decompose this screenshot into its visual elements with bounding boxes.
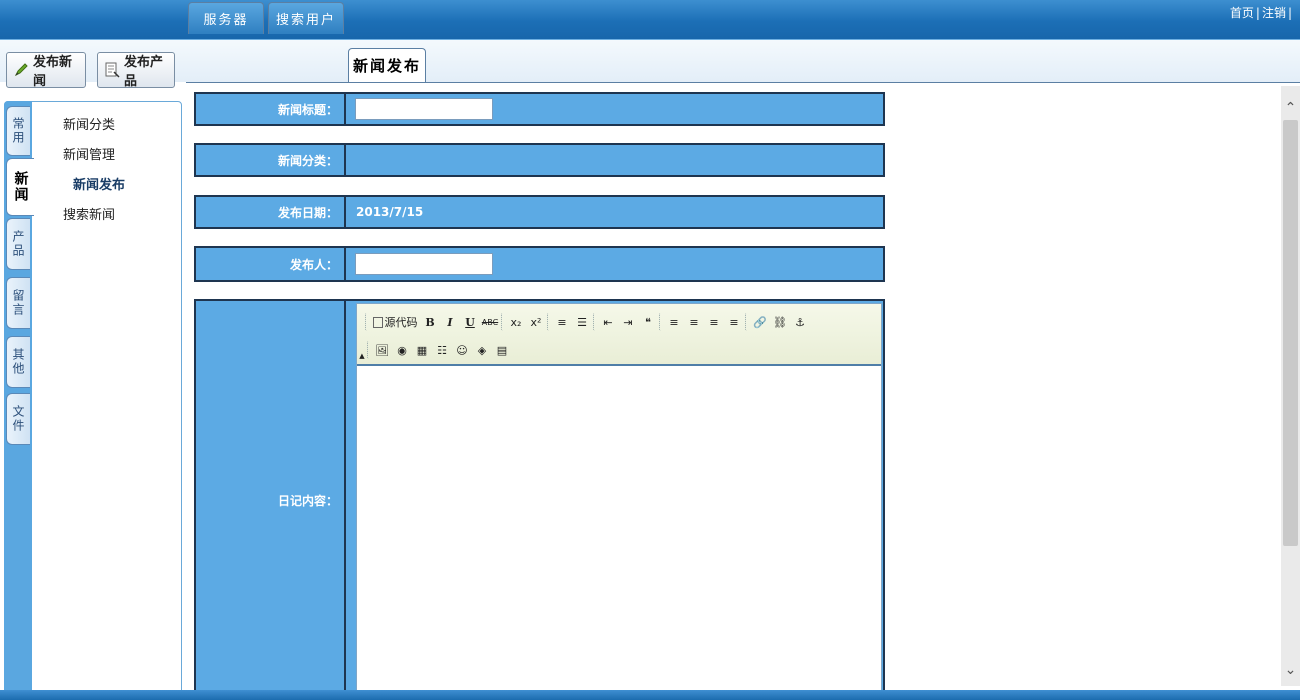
ordered-list-button[interactable]: ≡	[553, 312, 571, 332]
publish-date-value: 2013/7/15	[356, 205, 424, 219]
document-add-icon	[104, 62, 120, 78]
table-button[interactable]: ▦	[413, 340, 431, 360]
bold-button[interactable]: B	[421, 312, 439, 332]
toolbar-row-2: ▲ 🖼 ◉ ▦ ☷ ☺ ◈ ▤	[359, 337, 511, 363]
source-code-button[interactable]: 源代码	[371, 312, 419, 332]
publish-product-label: 发布产品	[124, 55, 164, 89]
align-center-button[interactable]: ≡	[685, 312, 703, 332]
editor-content-area[interactable]	[357, 366, 881, 699]
news-category-label: 新闻分类：	[196, 145, 346, 175]
logout-link[interactable]: 注销	[1262, 6, 1286, 20]
scroll-down-arrow-icon[interactable]: ⌄	[1282, 660, 1299, 680]
collapse-toolbar-icon[interactable]: ▲	[359, 340, 365, 360]
sidebar-menu: 新闻分类 新闻管理 新闻发布 搜索新闻	[63, 116, 125, 236]
content-label: 日记内容：	[196, 301, 346, 700]
blockquote-button[interactable]: ❝	[639, 312, 657, 332]
tab-baseline	[186, 82, 1300, 83]
horizontal-rule-button[interactable]: ☷	[433, 340, 451, 360]
sidebar-item-news-publish[interactable]: 新闻发布	[63, 176, 125, 206]
sub-header-bar	[0, 40, 1300, 82]
unordered-list-button[interactable]: ☰	[573, 312, 591, 332]
row-publish-date: 发布日期： 2013/7/15	[194, 195, 885, 229]
flash-button[interactable]: ◉	[393, 340, 411, 360]
news-title-input[interactable]	[355, 98, 493, 120]
page-break-button[interactable]: ▤	[493, 340, 511, 360]
tab-news-publish[interactable]: 新闻发布	[348, 48, 426, 82]
app-root: 首页 | 注销 | 发布新闻 发布产品 常用 新闻 产品 留言 其他 文件 新闻分类 …	[0, 0, 1300, 700]
italic-button[interactable]: I	[441, 312, 459, 332]
align-right-button[interactable]: ≡	[705, 312, 723, 332]
subscript-button[interactable]: x₂	[507, 312, 525, 332]
vtab-news[interactable]: 新闻	[6, 158, 34, 216]
sidebar-item-news-category[interactable]: 新闻分类	[63, 116, 125, 146]
news-category-select[interactable]	[356, 145, 476, 175]
toolbar-row-1: 源代码 B I U ABC x₂ x² ≡ ☰ ⇤ ⇥ ❝ ≡ ≡ ≡ ≡ 🔗 …	[365, 309, 809, 335]
align-left-button[interactable]: ≡	[665, 312, 683, 332]
row-publisher: 发布人：	[194, 246, 885, 282]
tab-server[interactable]: 服务器	[188, 2, 264, 34]
image-button[interactable]: 🖼	[373, 340, 391, 360]
tab-search-users[interactable]: 搜索用户	[268, 2, 344, 34]
special-char-button[interactable]: ◈	[473, 340, 491, 360]
publisher-input[interactable]	[355, 253, 493, 275]
row-news-category: 新闻分类：	[194, 143, 885, 177]
news-title-label: 新闻标题：	[196, 94, 346, 124]
superscript-button[interactable]: x²	[527, 312, 545, 332]
bottom-bar	[0, 690, 1300, 700]
sidebar-item-news-manage[interactable]: 新闻管理	[63, 146, 125, 176]
top-links: 首页 | 注销 |	[1229, 6, 1292, 20]
underline-button[interactable]: U	[461, 312, 479, 332]
publisher-label: 发布人：	[196, 248, 346, 280]
scroll-up-arrow-icon[interactable]: ⌃	[1282, 98, 1299, 118]
row-news-title: 新闻标题：	[194, 92, 885, 126]
align-justify-button[interactable]: ≡	[725, 312, 743, 332]
pencil-icon	[13, 62, 29, 78]
indent-button[interactable]: ⇥	[619, 312, 637, 332]
publish-news-label: 发布新闻	[33, 55, 73, 89]
smiley-button[interactable]: ☺	[453, 340, 471, 360]
publish-date-label: 发布日期：	[196, 197, 346, 227]
source-icon	[372, 316, 383, 328]
vtab-messages[interactable]: 留言	[6, 277, 30, 329]
publish-news-button[interactable]: 发布新闻	[6, 52, 86, 89]
editor-toolbar: 源代码 B I U ABC x₂ x² ≡ ☰ ⇤ ⇥ ❝ ≡ ≡ ≡ ≡ 🔗 …	[357, 304, 881, 366]
scrollbar-thumb[interactable]	[1283, 120, 1298, 546]
link-button[interactable]: 🔗	[751, 312, 769, 332]
vtab-other[interactable]: 其他	[6, 336, 30, 388]
unlink-button[interactable]: ⛓	[771, 312, 789, 332]
home-link[interactable]: 首页	[1230, 6, 1254, 20]
vtab-common[interactable]: 常用	[6, 106, 30, 156]
vtab-products[interactable]: 产品	[6, 218, 30, 270]
anchor-button[interactable]: ⚓	[791, 312, 809, 332]
sidebar-item-news-search[interactable]: 搜索新闻	[63, 206, 125, 236]
rich-text-editor: 源代码 B I U ABC x₂ x² ≡ ☰ ⇤ ⇥ ❝ ≡ ≡ ≡ ≡ 🔗 …	[356, 303, 882, 700]
vtab-files[interactable]: 文件	[6, 393, 30, 445]
publish-product-button[interactable]: 发布产品	[97, 52, 175, 89]
outdent-button[interactable]: ⇤	[599, 312, 617, 332]
strikethrough-button[interactable]: ABC	[481, 312, 499, 332]
